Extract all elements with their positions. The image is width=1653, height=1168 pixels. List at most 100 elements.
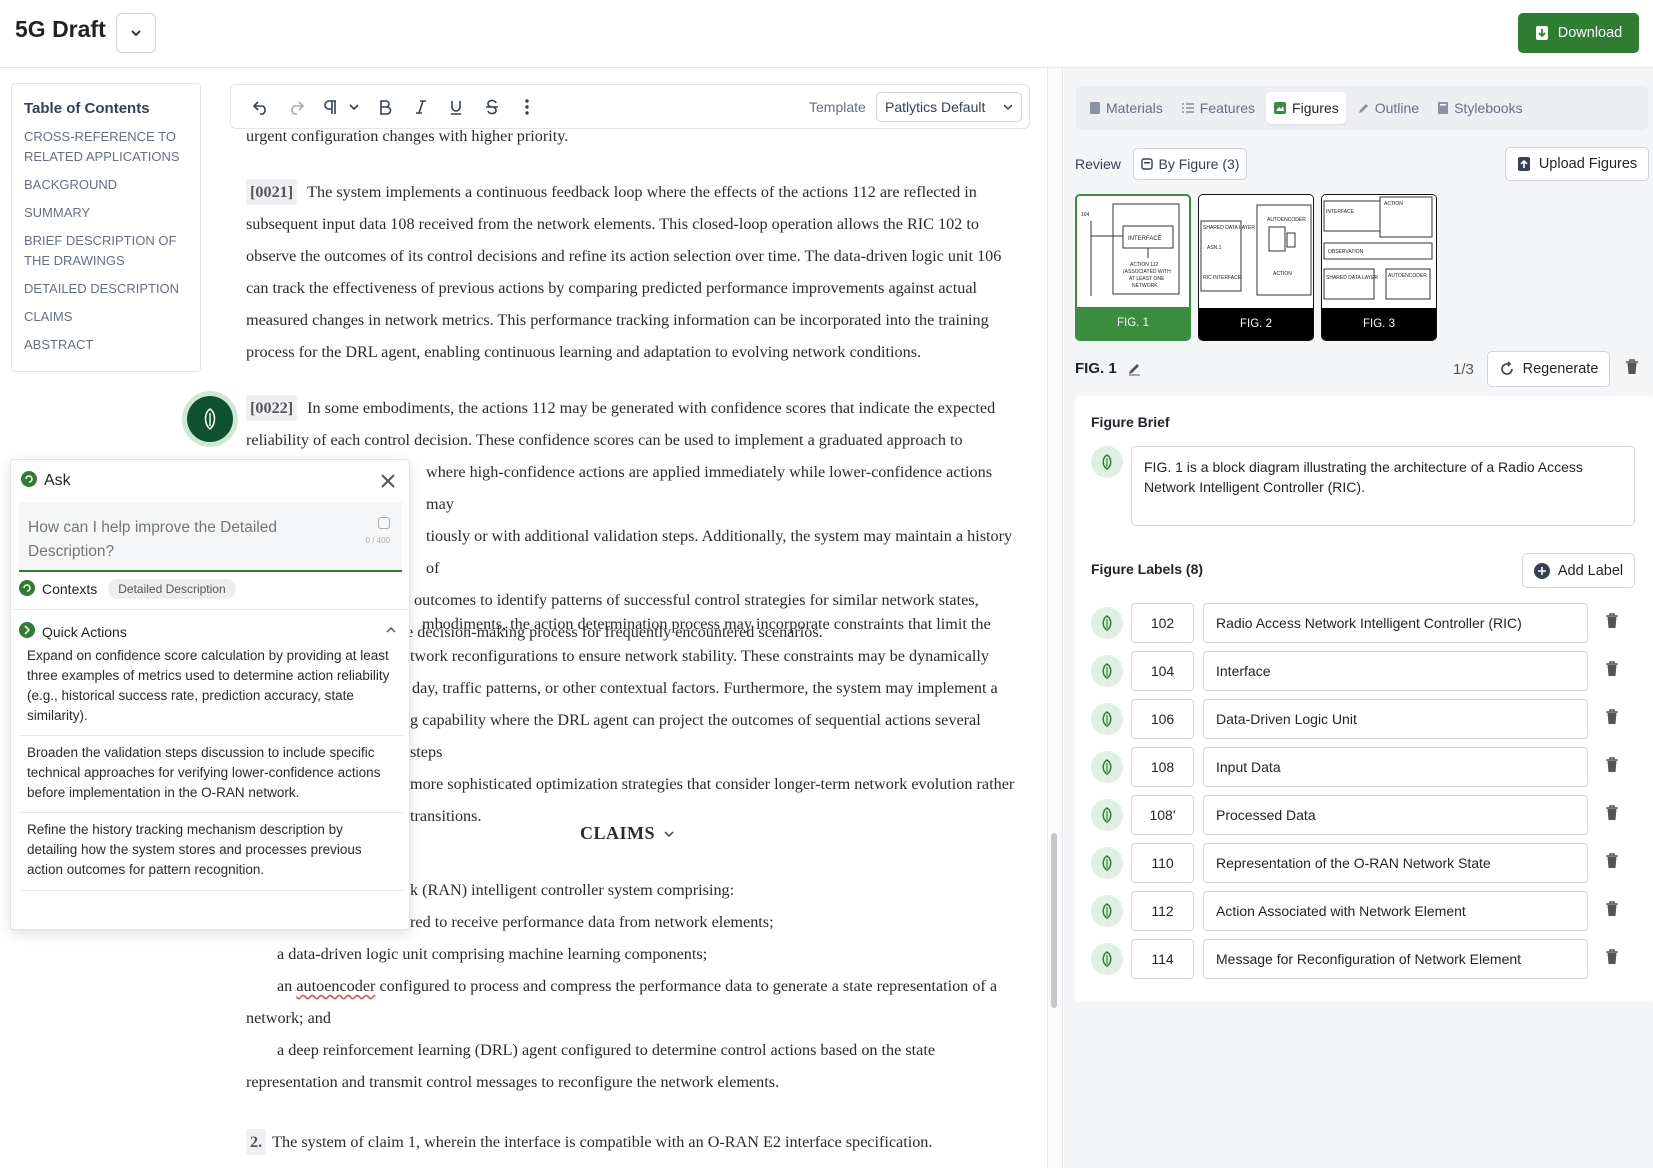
leaf-logo-icon[interactable] bbox=[1091, 446, 1123, 478]
trash-icon[interactable] bbox=[1605, 709, 1619, 730]
figure-label-row: 104 Interface bbox=[1091, 651, 1641, 691]
toc-item-abstract[interactable]: ABSTRACT bbox=[24, 335, 188, 355]
figure-thumbnail-2[interactable]: SHARED DATA LAYER ASN.1 RIC INTERFACE AU… bbox=[1198, 194, 1314, 341]
trash-icon[interactable] bbox=[1605, 853, 1619, 874]
claims-heading[interactable]: CLAIMS bbox=[580, 823, 675, 844]
close-icon[interactable] bbox=[377, 470, 399, 492]
bold-icon[interactable] bbox=[373, 95, 397, 119]
by-figure-button[interactable]: By Figure (3) bbox=[1133, 148, 1247, 180]
label-text-input[interactable]: Representation of the O-RAN Network Stat… bbox=[1203, 843, 1588, 883]
tab-materials[interactable]: Materials bbox=[1082, 92, 1170, 124]
scrollbar-thumb[interactable] bbox=[1051, 833, 1057, 1008]
leaf-logo-icon[interactable] bbox=[1091, 943, 1123, 975]
leaf-logo-icon[interactable] bbox=[1091, 895, 1123, 927]
label-number-input[interactable]: 110 bbox=[1131, 843, 1194, 883]
svg-text:AUTOENCODER: AUTOENCODER bbox=[1267, 217, 1306, 223]
toc-title: Table of Contents bbox=[24, 100, 150, 117]
figure-thumbnail-3[interactable]: INTERFACE ACTION OBSERVATION SHARED DATA… bbox=[1321, 194, 1437, 341]
label-number-input[interactable]: 114 bbox=[1131, 939, 1194, 979]
leaf-logo-icon[interactable] bbox=[1091, 655, 1123, 687]
figure-brief-text[interactable]: FIG. 1 is a block diagram illustrating t… bbox=[1131, 446, 1635, 526]
leaf-logo-icon[interactable] bbox=[1091, 751, 1123, 783]
figure-name-text: FIG. 1 bbox=[1075, 360, 1117, 377]
underline-icon[interactable] bbox=[444, 95, 468, 119]
toc-item-brief-description[interactable]: BRIEF DESCRIPTION OF THE DRAWINGS bbox=[24, 231, 188, 271]
claim-1-line: an autoencoder configured to process and… bbox=[277, 977, 997, 996]
label-number-input[interactable]: 104 bbox=[1131, 651, 1194, 691]
quick-actions-header[interactable]: Quick Actions bbox=[19, 622, 403, 641]
claim-1-line: k (RAN) intelligent controller system co… bbox=[410, 881, 735, 899]
template-select[interactable]: Patlytics Default bbox=[876, 92, 1022, 122]
label-text-input[interactable]: Radio Access Network Intelligent Control… bbox=[1203, 603, 1588, 643]
pencil-icon[interactable] bbox=[1127, 361, 1142, 376]
strikethrough-icon[interactable] bbox=[480, 95, 504, 119]
chevron-up-icon[interactable] bbox=[385, 624, 397, 636]
label-text-input[interactable]: Input Data bbox=[1203, 747, 1588, 787]
trash-icon bbox=[1626, 359, 1638, 374]
toc-item-detailed-description[interactable]: DETAILED DESCRIPTION bbox=[24, 279, 188, 299]
label-text-input[interactable]: Message for Reconfiguration of Network E… bbox=[1203, 939, 1588, 979]
trash-icon[interactable] bbox=[1605, 613, 1619, 634]
label-text-input[interactable]: Interface bbox=[1203, 651, 1588, 691]
tab-figures[interactable]: Figures bbox=[1266, 92, 1346, 124]
tab-features[interactable]: Features bbox=[1174, 92, 1262, 124]
spelling-flagged-word[interactable]: autoencoder bbox=[296, 977, 375, 995]
redo-icon[interactable] bbox=[284, 95, 308, 119]
chevron-down-icon[interactable] bbox=[342, 95, 366, 119]
regenerate-button[interactable]: Regenerate bbox=[1487, 351, 1610, 387]
figure-label-row: 112 Action Associated with Network Eleme… bbox=[1091, 891, 1641, 931]
toc-item-summary[interactable]: SUMMARY bbox=[24, 203, 188, 223]
leaf-logo-icon[interactable] bbox=[1091, 607, 1123, 639]
table-of-contents: Table of Contents CROSS-REFERENCE TO REL… bbox=[11, 83, 201, 372]
delete-figure-button[interactable] bbox=[1625, 359, 1639, 380]
quick-action-item[interactable]: Broaden the validation steps discussion … bbox=[19, 743, 403, 803]
trash-icon[interactable] bbox=[1605, 757, 1619, 778]
quick-action-item[interactable]: Refine the history tracking mechanism de… bbox=[19, 820, 403, 880]
trash-icon[interactable] bbox=[1605, 901, 1619, 922]
template-value: Patlytics Default bbox=[885, 99, 986, 115]
context-chip[interactable]: Detailed Description bbox=[108, 579, 236, 599]
undo-icon[interactable] bbox=[249, 95, 273, 119]
toc-item-cross-reference[interactable]: CROSS-REFERENCE TO RELATED APPLICATIONS bbox=[24, 127, 188, 167]
upload-figures-button[interactable]: Upload Figures bbox=[1505, 147, 1649, 181]
ask-title: Ask bbox=[44, 472, 71, 489]
label-number-input[interactable]: 102 bbox=[1131, 603, 1194, 643]
trash-icon[interactable] bbox=[1605, 805, 1619, 826]
toc-item-background[interactable]: BACKGROUND bbox=[24, 175, 188, 195]
toc-item-claims[interactable]: CLAIMS bbox=[24, 307, 188, 327]
label-text-input[interactable]: Data-Driven Logic Unit bbox=[1203, 699, 1588, 739]
trash-icon[interactable] bbox=[1605, 949, 1619, 970]
title-dropdown-button[interactable] bbox=[116, 13, 156, 53]
more-vertical-icon[interactable] bbox=[515, 95, 539, 119]
paragraph-0021[interactable]: [0021] The system implements a continuous… bbox=[246, 176, 1016, 368]
download-button[interactable]: Download bbox=[1518, 13, 1639, 53]
italic-icon[interactable] bbox=[409, 95, 433, 119]
claim-1-line: network; and bbox=[246, 1009, 331, 1027]
figure-thumbnail-1[interactable]: INTERFACE ACTION 112 (ASSOCIATED WITH AT… bbox=[1075, 194, 1191, 341]
expand-icon[interactable] bbox=[378, 517, 390, 529]
leaf-logo-icon[interactable] bbox=[1091, 799, 1123, 831]
leaf-logo-icon[interactable] bbox=[1091, 703, 1123, 735]
tab-stylebooks[interactable]: Stylebooks bbox=[1430, 92, 1529, 124]
quick-action-item[interactable]: Expand on confidence score calculation b… bbox=[19, 646, 403, 726]
document-title: 5G Draft bbox=[15, 16, 106, 42]
ai-assistant-button[interactable] bbox=[187, 396, 233, 442]
label-number-input[interactable]: 106 bbox=[1131, 699, 1194, 739]
refresh-icon bbox=[1500, 361, 1513, 375]
image-icon bbox=[1140, 158, 1153, 170]
add-label-button[interactable]: Add Label bbox=[1522, 553, 1635, 588]
contexts-row: Contexts Detailed Description bbox=[19, 579, 236, 599]
leaf-logo-icon[interactable] bbox=[1091, 847, 1123, 879]
figure-brief-title: Figure Brief bbox=[1091, 414, 1170, 430]
label-text-input[interactable]: Action Associated with Network Element bbox=[1203, 891, 1588, 931]
trash-icon[interactable] bbox=[1605, 661, 1619, 682]
ask-input[interactable] bbox=[28, 516, 358, 564]
paragraph-number: [0022] bbox=[246, 395, 298, 421]
label-number-input[interactable]: 108 bbox=[1131, 747, 1194, 787]
claim-2[interactable]: 2. The system of claim 1, wherein the int… bbox=[246, 1129, 932, 1155]
tab-outline[interactable]: Outline bbox=[1350, 92, 1426, 124]
label-number-input[interactable]: 108' bbox=[1131, 795, 1194, 835]
paragraph-icon[interactable] bbox=[318, 95, 342, 119]
label-number-input[interactable]: 112 bbox=[1131, 891, 1194, 931]
label-text-input[interactable]: Processed Data bbox=[1203, 795, 1588, 835]
